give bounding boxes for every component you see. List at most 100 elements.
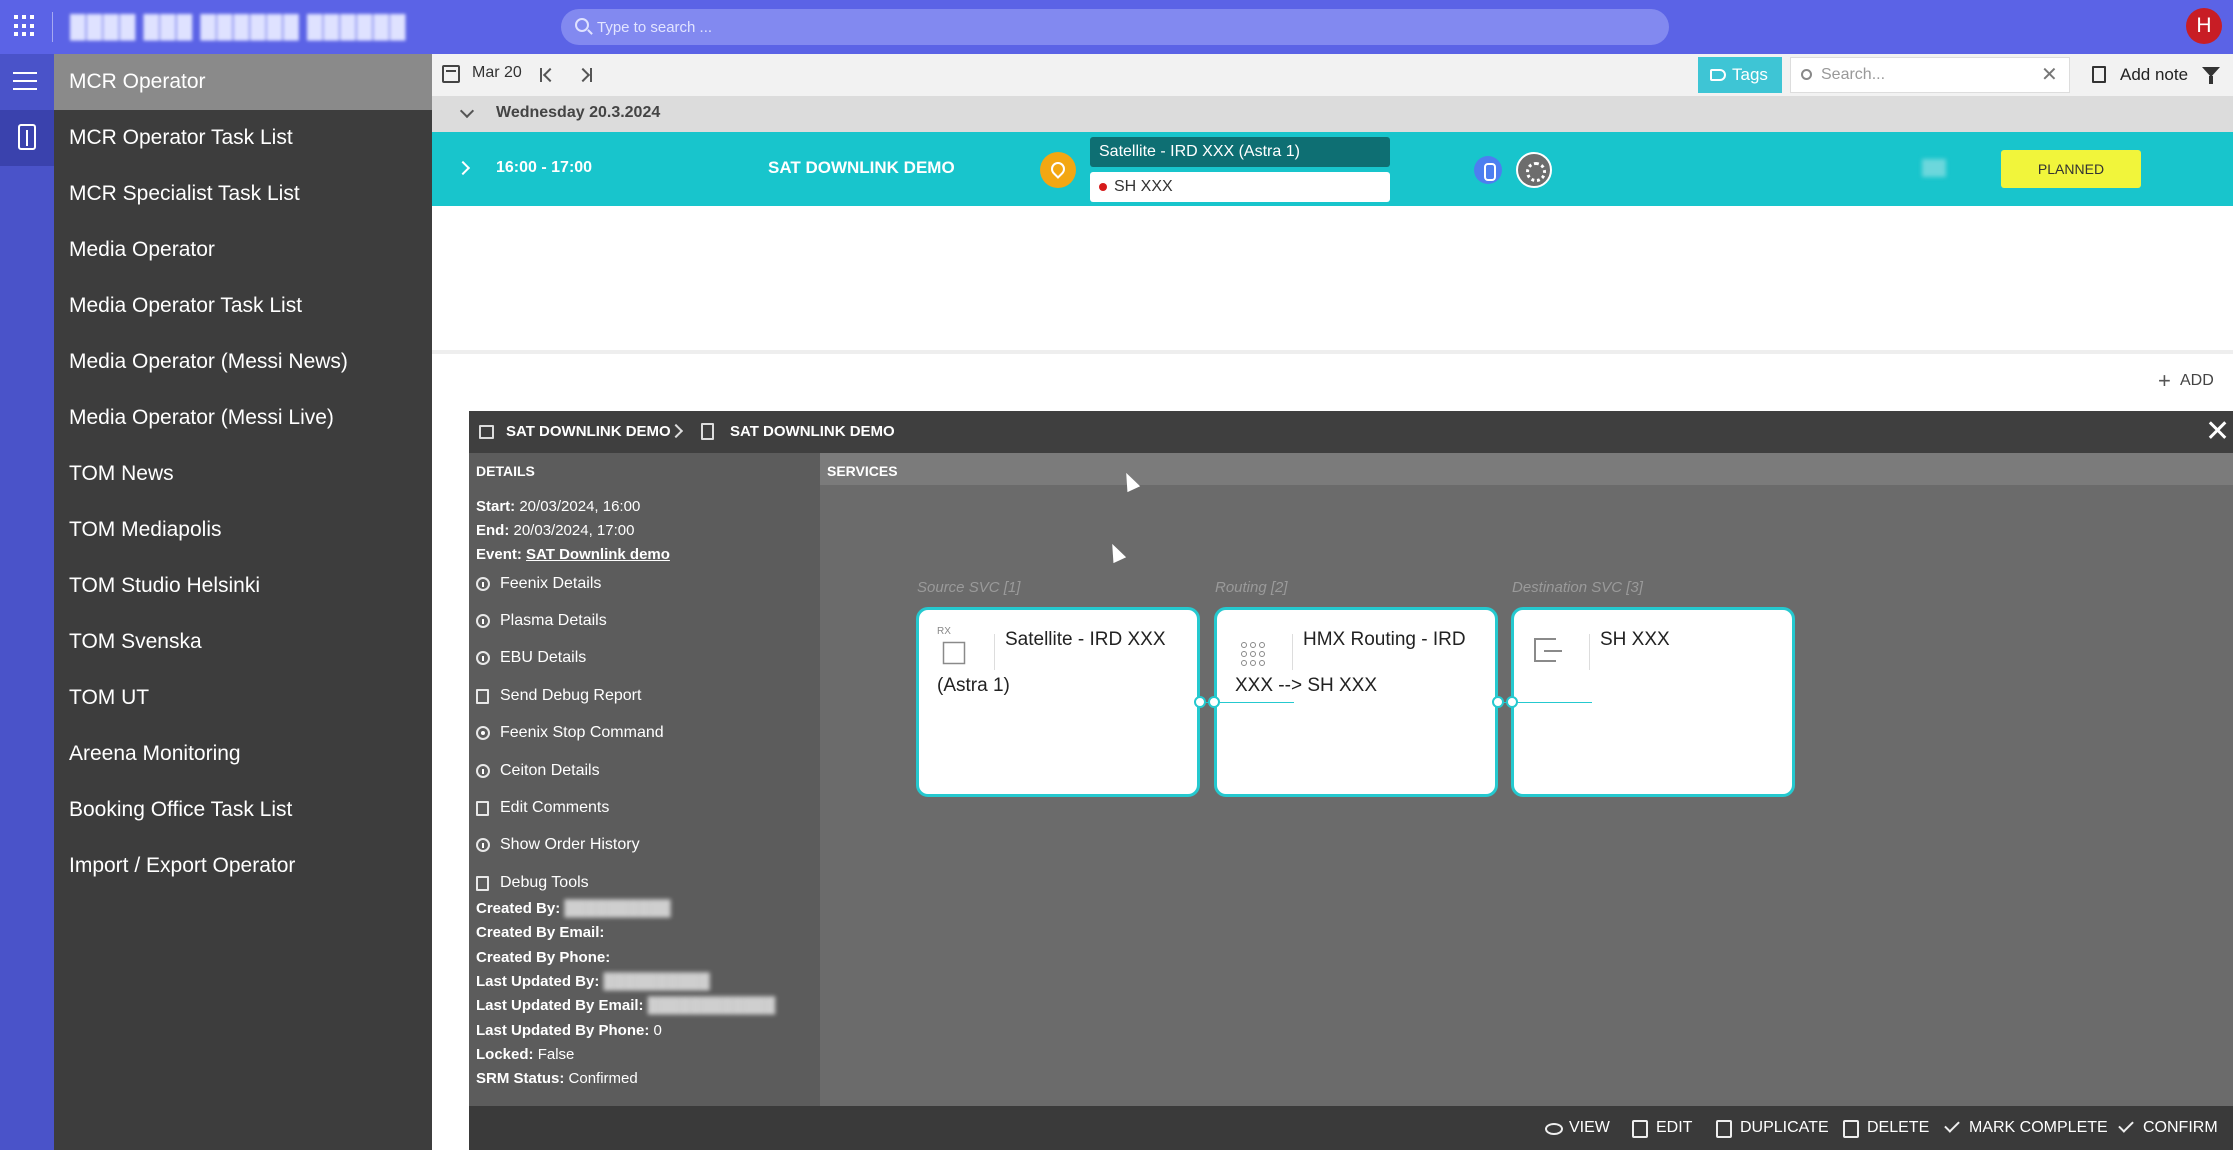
action-plasma-details[interactable]: Plasma Details (476, 612, 607, 630)
breadcrumb-event[interactable]: SAT DOWNLINK DEMO (506, 423, 671, 440)
global-search[interactable] (561, 9, 1669, 45)
calendar-icon[interactable] (442, 65, 460, 83)
settings-icon[interactable] (1516, 152, 1552, 188)
created-by-email-field: Created By Email: (476, 924, 605, 941)
booking-name: SAT DOWNLINK DEMO (768, 158, 955, 177)
add-note-label: Add note (2120, 65, 2189, 84)
breadcrumb-booking[interactable]: SAT DOWNLINK DEMO (730, 423, 895, 440)
detail-header: SAT DOWNLINK DEMO SAT DOWNLINK DEMO ✕ (469, 411, 2233, 453)
search-icon (575, 18, 589, 32)
sidebar-item-media-operator-messi-live[interactable]: Media Operator (Messi Live) (54, 390, 432, 446)
action-feenix-stop-command[interactable]: Feenix Stop Command (476, 724, 664, 742)
schedule-search[interactable]: ✕ (1790, 57, 2070, 93)
attachment-icon[interactable] (1474, 156, 1502, 184)
chevron-right-icon[interactable] (455, 160, 471, 176)
destination-svc-label: Destination SVC [3] (1512, 579, 1643, 596)
sidebar-item-mcr-specialist-task-list[interactable]: MCR Specialist Task List (54, 166, 432, 222)
routing-service-name: HMX Routing - IRD XXX --> SH XXX (1235, 629, 1466, 696)
end-field: End: 20/03/2024, 17:00 (476, 522, 635, 539)
app-title: ████ ███ ██████ ██████ (70, 14, 407, 39)
created-by-field: Created By: ██████████ (476, 900, 671, 917)
add-note-button[interactable]: Add note (2092, 57, 2188, 93)
left-rail (0, 54, 54, 1150)
sidebar-item-mcr-operator-task-list[interactable]: MCR Operator Task List (54, 110, 432, 166)
services-header: SERVICES (827, 463, 898, 479)
sidebar-item-mcr-operator[interactable]: MCR Operator (54, 54, 432, 110)
confirm-button[interactable]: CONFIRM (2119, 1119, 2218, 1137)
clear-search-icon[interactable]: ✕ (2041, 64, 2058, 86)
tags-button[interactable]: Tags (1698, 57, 1782, 93)
locked-field: Locked: False (476, 1046, 575, 1063)
chevron-right-icon (668, 423, 684, 439)
rail-item-tools[interactable] (0, 110, 54, 166)
services-header-bar: SERVICES (820, 453, 2233, 485)
action-send-debug-report[interactable]: Send Debug Report (476, 687, 641, 705)
sidebar-item-media-operator-messi-news[interactable]: Media Operator (Messi News) (54, 334, 432, 390)
info-icon (476, 764, 490, 778)
skip-back-icon[interactable] (538, 66, 556, 84)
document-icon (701, 423, 714, 440)
close-icon[interactable]: ✕ (2205, 417, 2230, 447)
action-edit-comments[interactable]: Edit Comments (476, 799, 609, 817)
sidebar-item-tom-ut[interactable]: TOM UT (54, 670, 432, 726)
sidebar-item-tom-svenska[interactable]: TOM Svenska (54, 614, 432, 670)
sidebar-item-areena-monitoring[interactable]: Areena Monitoring (54, 726, 432, 782)
detail-action-bar: VIEW EDIT DUPLICATE DELETE MARK COMPLETE… (469, 1106, 2233, 1150)
service-chip-destination[interactable]: SH XXX (1090, 172, 1390, 202)
source-service-card[interactable]: RX Satellite - IRD XXX (Astra 1) (916, 607, 1200, 797)
filter-icon[interactable] (2202, 67, 2220, 84)
connector-port[interactable] (1194, 696, 1206, 708)
details-header: DETAILS (476, 463, 535, 479)
global-search-input[interactable] (597, 9, 1597, 45)
connector-port[interactable] (1492, 696, 1504, 708)
action-debug-tools[interactable]: Debug Tools (476, 874, 589, 892)
action-ceiton-details[interactable]: Ceiton Details (476, 762, 600, 780)
sidebar-item-tom-news[interactable]: TOM News (54, 446, 432, 502)
sidebar-item-media-operator[interactable]: Media Operator (54, 222, 432, 278)
chevron-down-icon[interactable] (459, 103, 475, 119)
booking-detail-panel: SAT DOWNLINK DEMO SAT DOWNLINK DEMO ✕ DE… (469, 411, 2233, 1150)
srm-status-field: SRM Status: Confirmed (476, 1070, 638, 1087)
report-icon (476, 689, 489, 704)
side-menu: MCR Operator MCR Operator Task List MCR … (54, 54, 432, 1150)
delete-button[interactable]: DELETE (1843, 1119, 1929, 1138)
add-button[interactable]: ADD (2158, 368, 2214, 394)
sidebar-item-import-export-operator[interactable]: Import / Export Operator (54, 838, 432, 894)
source-service-name: Satellite - IRD XXX (Astra 1) (937, 629, 1166, 696)
mark-complete-button[interactable]: MARK COMPLETE (1945, 1119, 2108, 1137)
edit-button[interactable]: EDIT (1632, 1119, 1692, 1138)
sidebar-item-booking-office-task-list[interactable]: Booking Office Task List (54, 782, 432, 838)
info-icon (476, 614, 490, 628)
user-avatar[interactable]: H (2186, 8, 2222, 44)
source-svc-label: Source SVC [1] (917, 579, 1021, 596)
radio-icon (476, 726, 490, 740)
connector-port[interactable] (1208, 696, 1220, 708)
last-updated-by-phone-field: Last Updated By Phone: 0 (476, 1022, 662, 1039)
app-launcher-icon[interactable] (14, 15, 36, 37)
day-header[interactable]: Wednesday 20.3.2024 (432, 96, 2233, 132)
start-field: Start: 20/03/2024, 16:00 (476, 498, 641, 515)
status-badge[interactable]: PLANNED (2001, 150, 2141, 188)
schedule-search-input[interactable] (1821, 58, 2031, 92)
action-ebu-details[interactable]: EBU Details (476, 649, 586, 667)
skip-forward-icon[interactable] (576, 66, 594, 84)
action-feenix-details[interactable]: Feenix Details (476, 575, 601, 593)
service-chip-source[interactable]: Satellite - IRD XXX (Astra 1) (1090, 137, 1390, 167)
day-label: Wednesday 20.3.2024 (496, 104, 661, 121)
date-label[interactable]: Mar 20 (472, 64, 522, 82)
sidebar-item-tom-studio-helsinki[interactable]: TOM Studio Helsinki (54, 558, 432, 614)
booking-time: 16:00 - 17:00 (496, 159, 593, 176)
view-button[interactable]: VIEW (1545, 1119, 1610, 1137)
duplicate-button[interactable]: DUPLICATE (1716, 1119, 1829, 1138)
tools-icon (18, 124, 36, 150)
note-icon (2092, 66, 2106, 83)
hamburger-menu-icon[interactable] (13, 72, 37, 90)
sidebar-item-tom-mediapolis[interactable]: TOM Mediapolis (54, 502, 432, 558)
event-link[interactable]: SAT Downlink demo (526, 546, 670, 563)
connector-port[interactable] (1506, 696, 1518, 708)
action-show-order-history[interactable]: Show Order History (476, 836, 640, 854)
event-field: Event: SAT Downlink demo (476, 546, 670, 563)
redacted-chip (1922, 159, 1946, 177)
sidebar-item-media-operator-task-list[interactable]: Media Operator Task List (54, 278, 432, 334)
booking-row[interactable]: 16:00 - 17:00 SAT DOWNLINK DEMO Satellit… (432, 132, 2233, 206)
